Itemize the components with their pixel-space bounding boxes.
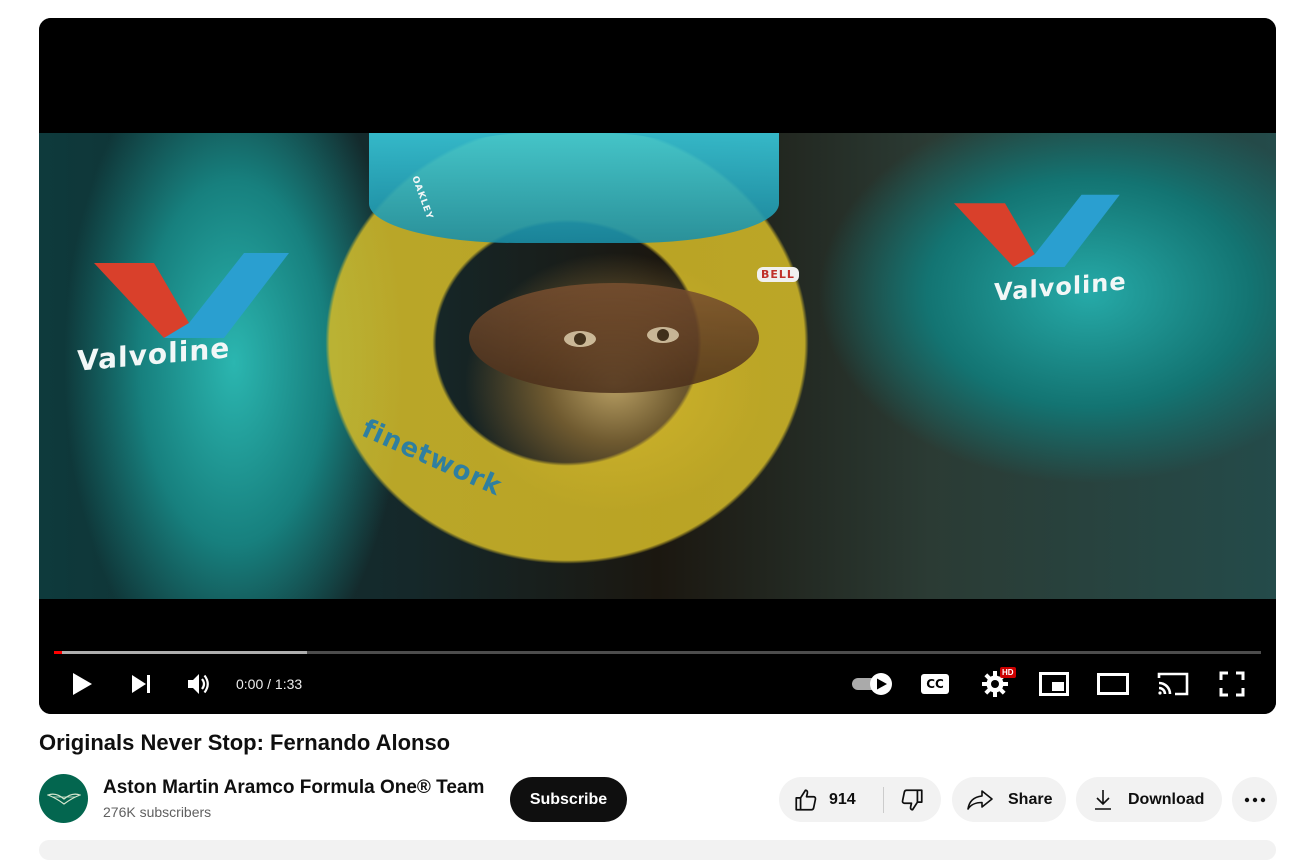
autoplay-toggle-icon [852, 673, 892, 695]
aston-martin-wings-logo [46, 793, 81, 805]
valvoline-logo-right [954, 194, 1120, 267]
share-label: Share [1008, 790, 1053, 808]
autoplay-toggle[interactable] [849, 664, 897, 704]
miniplayer-button[interactable] [1038, 664, 1070, 704]
overlay-text-bell: BELL [757, 267, 799, 282]
theater-button[interactable] [1096, 664, 1130, 704]
video-player[interactable]: Valvoline Valvoline finetwork BELL OAKLE… [39, 18, 1276, 714]
driver-eyes [469, 283, 759, 393]
like-count: 914 [829, 790, 856, 808]
captions-button[interactable]: CC [919, 664, 951, 704]
cc-icon: CC [921, 674, 949, 694]
cast-button[interactable] [1156, 664, 1190, 704]
thumbs-down-icon [899, 787, 925, 813]
fullscreen-button[interactable] [1216, 664, 1248, 704]
settings-button[interactable]: HD [978, 664, 1016, 704]
like-dislike-group: 914 [779, 777, 941, 822]
play-icon [73, 673, 92, 695]
video-frame[interactable]: Valvoline Valvoline finetwork BELL OAKLE… [39, 133, 1276, 599]
download-label: Download [1128, 790, 1205, 808]
play-button[interactable] [66, 664, 98, 704]
theater-icon [1097, 673, 1129, 695]
description-box[interactable] [39, 840, 1276, 860]
more-actions-button[interactable] [1232, 777, 1277, 822]
letterbox-top [39, 18, 1276, 133]
volume-icon [188, 674, 209, 694]
time-display: 0:00 / 1:33 [236, 676, 303, 692]
progress-bar[interactable] [54, 651, 1261, 654]
video-title: Originals Never Stop: Fernando Alonso [39, 730, 451, 755]
channel-avatar[interactable] [39, 774, 88, 823]
dislike-button[interactable] [883, 777, 941, 822]
share-icon [966, 788, 994, 812]
progress-played [54, 651, 63, 654]
left-eye [564, 331, 596, 347]
like-button[interactable]: 914 [779, 777, 883, 822]
more-icon [1244, 797, 1265, 802]
fullscreen-icon [1219, 671, 1245, 697]
next-icon [132, 675, 150, 693]
player-controls: 0:00 / 1:33 CC HD [39, 664, 1276, 704]
hd-badge: HD [1000, 667, 1016, 678]
next-button[interactable] [125, 664, 157, 704]
progress-buffered [54, 651, 308, 654]
share-button[interactable]: Share [952, 777, 1066, 822]
valvoline-logo-left [94, 253, 289, 338]
helmet-visor [369, 133, 779, 243]
right-eye [647, 327, 679, 343]
volume-button[interactable] [183, 664, 215, 704]
thumbs-up-icon [793, 787, 819, 813]
subscriber-count: 276K subscribers [103, 804, 212, 820]
miniplayer-icon [1039, 672, 1069, 696]
download-icon [1092, 788, 1114, 812]
download-button[interactable]: Download [1076, 777, 1222, 822]
subscribe-button[interactable]: Subscribe [510, 777, 627, 822]
overlay-text-valvoline-right: Valvoline [994, 267, 1127, 307]
channel-name[interactable]: Aston Martin Aramco Formula One® Team [103, 777, 484, 799]
cast-icon [1157, 672, 1189, 696]
